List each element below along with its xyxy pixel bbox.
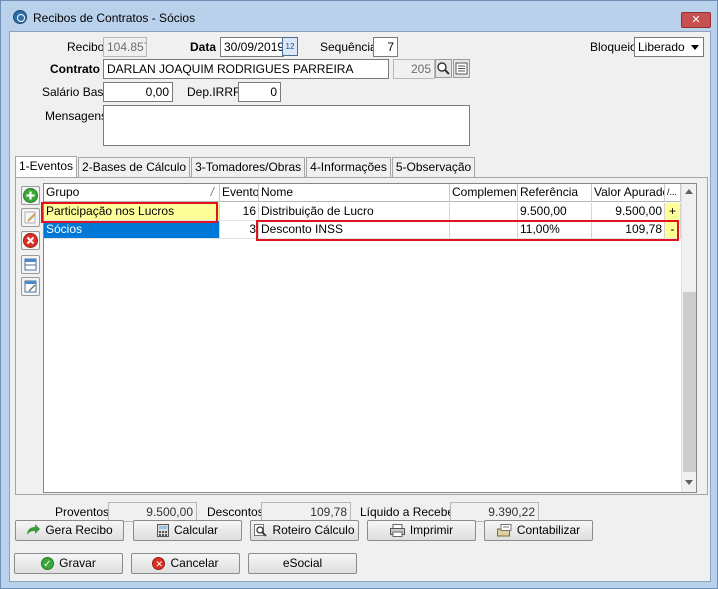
cell-evento[interactable]: 3 <box>220 221 259 239</box>
sequencia-label: Sequência <box>320 40 377 54</box>
sort-icon: / <box>210 185 214 199</box>
col-referencia[interactable]: Referência <box>518 184 592 202</box>
salario-label: Salário Base <box>42 85 111 99</box>
imprimir-button[interactable]: Imprimir <box>367 520 476 541</box>
depirrf-field[interactable]: 0 <box>238 82 281 102</box>
calcular-button[interactable]: Calcular <box>133 520 242 541</box>
title-bar: Recibos de Contratos - Sócios ✕ <box>1 1 717 31</box>
move-event-button[interactable] <box>21 255 40 274</box>
form-icon <box>24 280 37 293</box>
bloqueio-label: Bloqueio <box>590 40 637 54</box>
col-sinal[interactable]: /... <box>665 184 681 202</box>
search-contract-button[interactable] <box>435 59 452 78</box>
check-icon <box>41 555 55 574</box>
cell-complemento[interactable] <box>450 221 518 239</box>
contabilizar-button[interactable]: Contabilizar <box>484 520 593 541</box>
bloqueio-select[interactable]: Liberado <box>634 37 704 57</box>
scroll-thumb[interactable] <box>683 292 696 472</box>
contrato-field[interactable]: DARLAN JOAQUIM RODRIGUES PARREIRA <box>103 59 389 79</box>
printer-icon <box>389 524 405 537</box>
window-title: Recibos de Contratos - Sócios <box>33 11 196 25</box>
scroll-down-icon[interactable] <box>685 480 693 485</box>
data-field[interactable]: 30/09/2019 <box>220 37 284 57</box>
close-icon: ✕ <box>691 13 701 26</box>
col-evento[interactable]: Evento <box>220 184 259 202</box>
tab-observacao[interactable]: 5-Observação <box>391 157 476 177</box>
forward-arrow-icon <box>27 524 41 535</box>
cell-nome[interactable]: Distribuição de Lucro <box>259 203 450 221</box>
col-valor-apurado[interactable]: Valor Apurado <box>592 184 665 202</box>
eventos-grid[interactable]: Grupo/ Evento Nome Complemento Referênci… <box>41 183 697 493</box>
sequencia-field[interactable]: 7 <box>373 37 398 57</box>
gravar-button[interactable]: Gravar <box>14 553 123 574</box>
eventos-panel: Grupo/ Evento Nome Complemento Referênci… <box>15 177 708 495</box>
mensagens-label: Mensagens <box>45 109 108 123</box>
cell-complemento[interactable] <box>450 203 518 221</box>
mensagens-textarea[interactable] <box>103 105 470 146</box>
close-button[interactable]: ✕ <box>681 12 711 28</box>
table-icon <box>24 258 37 271</box>
proventos-field: 9.500,00 <box>108 502 197 522</box>
chevron-down-icon <box>691 45 699 50</box>
contract-details-button[interactable] <box>453 59 470 78</box>
cell-valor[interactable]: 109,78 <box>592 221 665 239</box>
grid-header: Grupo/ Evento Nome Complemento Referênci… <box>44 184 681 202</box>
cell-nome[interactable]: Desconto INSS <box>259 221 450 239</box>
cell-valor[interactable]: 9.500,00 <box>592 203 665 221</box>
list-icon <box>455 62 468 75</box>
detail-event-button[interactable] <box>21 277 40 296</box>
contrato-label: Contrato <box>50 62 100 76</box>
ledger-icon <box>496 524 512 537</box>
col-nome[interactable]: Nome <box>259 184 450 202</box>
scroll-up-icon[interactable] <box>685 189 693 194</box>
tab-bar: 1-Eventos 2-Bases de Cálculo 3-Tomadores… <box>15 156 476 177</box>
bloqueio-value: Liberado <box>638 40 685 54</box>
liquido-field: 9.390,22 <box>450 502 539 522</box>
cancelar-button[interactable]: Cancelar <box>131 553 240 575</box>
edit-icon <box>24 211 36 224</box>
delete-event-button[interactable] <box>21 231 40 250</box>
col-grupo[interactable]: Grupo / <box>44 184 220 202</box>
grid-scrollbar[interactable] <box>681 184 696 492</box>
tab-tomadores-obras[interactable]: 3-Tomadores/Obras <box>191 157 306 177</box>
calculator-icon <box>156 524 169 537</box>
tab-bases-calculo[interactable]: 2-Bases de Cálculo <box>78 157 191 177</box>
descontos-field: 109,78 <box>261 502 351 522</box>
recibo-field[interactable]: 104.857 <box>103 37 147 57</box>
salario-field[interactable]: 0,00 <box>103 82 173 102</box>
contrato-code-field[interactable]: 205 <box>393 59 435 79</box>
search-icon <box>254 524 268 537</box>
delete-icon <box>23 233 38 248</box>
form-body: Recibo 104.857 Data 30/09/2019 12 Sequên… <box>9 31 711 582</box>
edit-event-button[interactable] <box>21 208 40 227</box>
cell-grupo[interactable]: Participação nos Lucros <box>44 203 220 221</box>
gera-recibo-button[interactable]: Gera Recibo <box>15 520 124 541</box>
proventos-label: Proventos <box>55 505 110 519</box>
add-event-button[interactable] <box>21 186 40 205</box>
data-label: Data <box>190 40 217 54</box>
tab-eventos[interactable]: 1-Eventos <box>15 156 78 177</box>
depirrf-label: Dep.IRRF <box>187 85 241 99</box>
table-row[interactable]: Participação nos Lucros 16 Distribuição … <box>44 203 681 221</box>
col-complemento[interactable]: Complemento <box>450 184 518 202</box>
cell-sinal[interactable]: - <box>665 221 681 239</box>
recibo-label: Recibo <box>67 40 105 54</box>
roteiro-calculo-button[interactable]: Roteiro Cálculo <box>250 520 359 541</box>
descontos-label: Descontos <box>207 505 264 519</box>
cancel-icon <box>152 556 166 575</box>
app-icon <box>13 10 27 24</box>
cell-grupo[interactable]: Sócios <box>44 221 220 239</box>
recibos-window: Recibos de Contratos - Sócios ✕ Recibo 1… <box>0 0 718 589</box>
cell-referencia[interactable]: 11,00% <box>518 221 592 239</box>
esocial-button[interactable]: eSocial <box>248 553 357 574</box>
table-row[interactable]: Sócios 3 Desconto INSS 11,00% 109,78 - <box>44 221 681 239</box>
cell-evento[interactable]: 16 <box>220 203 259 221</box>
liquido-label: Líquido a Receber <box>360 505 459 519</box>
cell-referencia[interactable]: 9.500,00 <box>518 203 592 221</box>
cell-sinal[interactable]: + <box>665 203 681 221</box>
add-icon <box>23 188 38 203</box>
search-icon <box>437 62 450 75</box>
calendar-icon[interactable]: 12 <box>282 37 298 56</box>
tab-informacoes[interactable]: 4-Informações <box>306 157 391 177</box>
